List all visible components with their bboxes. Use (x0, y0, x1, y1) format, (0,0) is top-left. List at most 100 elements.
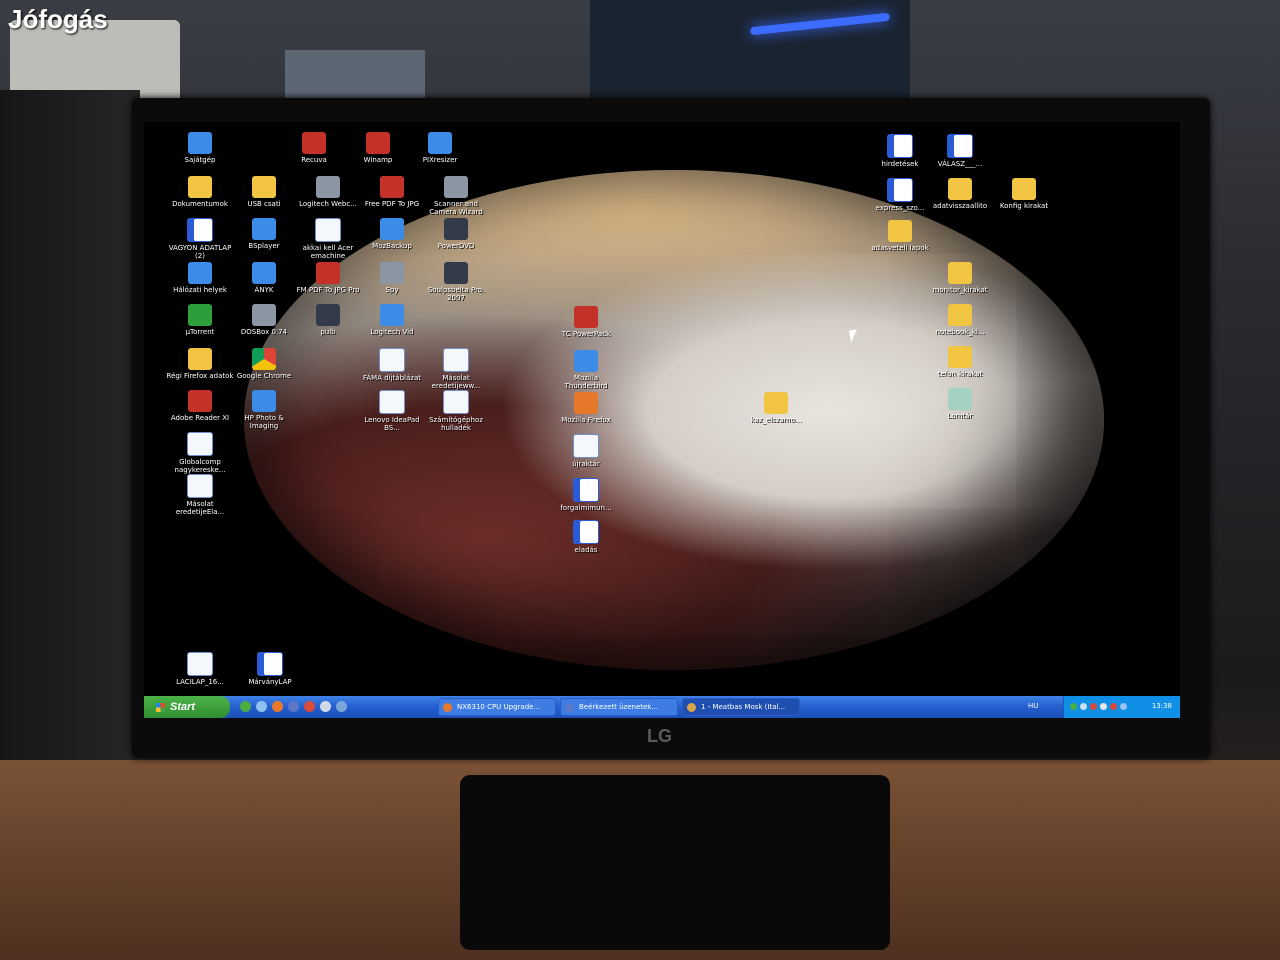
desktop-icon[interactable]: ÁNYK (230, 262, 298, 294)
desktop-icon[interactable]: Adobe Reader XI (166, 390, 234, 422)
document-icon (187, 652, 213, 676)
folder-icon (948, 262, 972, 284)
desktop-icon[interactable]: MozBackup (358, 218, 426, 250)
tray-utorrent-icon[interactable] (1070, 703, 1077, 710)
desktop-icon[interactable]: Számítógéphoz hulladék (422, 390, 490, 432)
desktop-icon[interactable]: akkai kell Acer emachine (294, 218, 362, 260)
tray-antivirus-icon[interactable] (1090, 703, 1097, 710)
desktop-icon[interactable]: PowerDVD (422, 218, 490, 250)
tcpowerpack-icon (574, 306, 598, 328)
windows-logo-icon (156, 702, 165, 712)
desktop-icon-label: Winamp (363, 156, 393, 164)
desktop-icon[interactable]: Sajátgép (166, 132, 234, 164)
desktop-icon-label: Mozilla Thunderbird (564, 374, 608, 390)
desktop-icon[interactable]: Logitech Vid (358, 304, 426, 336)
desktop-icon-label: Spy (385, 286, 399, 294)
scanner-icon (444, 176, 468, 198)
desktop-icon-label: kaz_elszamo... (750, 416, 802, 424)
desktop-icon-label: Logitech Vid (370, 328, 414, 336)
desktop-icon[interactable]: DOSBox 0.74 (230, 304, 298, 336)
desktop-icon[interactable]: Régi Firefox adatok (166, 348, 234, 380)
desktop-icon[interactable]: kaz_elszamo... (742, 392, 810, 424)
desktop-icon[interactable]: FM PDF To JPG Pro (294, 262, 362, 294)
clock[interactable]: 13:38 (1152, 702, 1172, 710)
desktop-icon[interactable]: Hálózati helyek (166, 262, 234, 294)
desktop-icon[interactable]: újraktár (552, 434, 620, 468)
desktop-icon[interactable]: pulb (294, 304, 362, 336)
desktop-icon[interactable]: Google Chrome (230, 348, 298, 380)
desktop-icon[interactable]: USB csati (230, 176, 298, 208)
desktop-icon[interactable]: Lomtár (926, 388, 994, 420)
desktop-icon[interactable]: Másolat eredetijeEla... (166, 474, 234, 516)
folder-icon (1012, 178, 1036, 200)
quicklaunch-media-icon[interactable] (320, 701, 331, 712)
desktop-icon[interactable]: µTorrent (166, 304, 234, 336)
tray-network-icon[interactable] (1080, 703, 1087, 710)
word-document-icon (187, 218, 213, 242)
desktop-icon[interactable]: VÁLASZ___... (926, 134, 994, 168)
desktop-icon[interactable]: Mozilla Thunderbird (552, 350, 620, 390)
computer-icon (188, 132, 212, 154)
desktop-icon[interactable]: forgalmimun... (552, 478, 620, 512)
desktop-icon-label: forgalmimun... (560, 504, 612, 512)
desktop-icon-label: Másolat eredetijeEla... (175, 500, 225, 516)
desktop-icon[interactable]: monitor_kirakat (926, 262, 994, 294)
desktop-icon[interactable]: Spy (358, 262, 426, 294)
desktop-icon[interactable]: Mozilla Firefox (552, 392, 620, 424)
desktop-icon[interactable]: express_szo... (866, 178, 934, 212)
taskbar-item-firefox[interactable]: NX6310 CPU Upgrade... (438, 698, 556, 716)
quicklaunch-firefox-icon[interactable] (272, 701, 283, 712)
desktop-icon[interactable]: hirdetések (866, 134, 934, 168)
desktop-icon[interactable]: Soulpsbelta Pro. 2007 (422, 262, 490, 302)
tray-app-icon[interactable] (1110, 703, 1117, 710)
taskbar-item-thunderbird[interactable]: Beérkezett üzenetek... (560, 698, 678, 716)
logitech-vid-icon (380, 304, 404, 326)
powerdvd-icon (444, 218, 468, 240)
desktop-icon[interactable]: Scanner and Camera Wizard (422, 176, 490, 216)
desktop-icon[interactable]: notebook_ki... (926, 304, 994, 336)
folder-icon (948, 346, 972, 368)
quicklaunch-app-icon[interactable] (336, 701, 347, 712)
desktop-icon[interactable]: Winamp (344, 132, 412, 164)
tray-volume-icon[interactable] (1100, 703, 1107, 710)
quicklaunch-desktop-icon[interactable] (256, 701, 267, 712)
desktop-icon[interactable]: eladás (552, 520, 620, 554)
language-indicator[interactable]: HU (1028, 702, 1038, 710)
taskbar-item-app[interactable]: 1 - Meatbas Mosk (Ital... (682, 698, 800, 716)
desktop-icon[interactable]: TC PowerPack (552, 306, 620, 338)
desktop-icon-label: monitor_kirakat (932, 286, 988, 294)
desktop-icon[interactable]: PIXresizer (406, 132, 474, 164)
desktop-icon[interactable]: Dokumentumok (166, 176, 234, 208)
desktop-icon[interactable]: tefon kirakat (926, 346, 994, 378)
desktop-screen[interactable]: Sajátgép Recuva Winamp PIXresizer Dokumentum… (144, 122, 1180, 718)
desktop-icon[interactable]: Lenovo IdeaPad BS... (358, 390, 426, 432)
desktop-icon-label: VÁLASZ___... (937, 160, 983, 168)
desktop-icon-label: BSplayer (248, 242, 280, 250)
desktop-icon[interactable]: LACILAP_16... (166, 652, 234, 686)
webcam-icon (316, 176, 340, 198)
desktop-icon-label: ÁNYK (254, 286, 274, 294)
folder-icon (252, 176, 276, 198)
desktop-icon[interactable]: Logitech Webc... (294, 176, 362, 208)
start-button[interactable]: Start (144, 696, 230, 718)
desktop-icon[interactable]: FÁMA díjtáblázat (358, 348, 426, 382)
desktop-icon[interactable]: Másolat eredetijeww... (422, 348, 490, 390)
quicklaunch-utorrent-icon[interactable] (240, 701, 251, 712)
desktop-icon-label: DOSBox 0.74 (240, 328, 288, 336)
desktop-icon[interactable]: Globalcomp nagykereske... (166, 432, 234, 474)
desktop-icon[interactable]: adasveteli lapok (866, 220, 934, 252)
desktop-icon[interactable]: Free PDF To JPG (358, 176, 426, 208)
desktop-icon[interactable]: MárványLAP (236, 652, 304, 686)
desktop-icon[interactable]: VAGYON ADATLAP (2) (166, 218, 234, 260)
desktop-icon[interactable]: Recuva (280, 132, 348, 164)
tray-display-icon[interactable] (1120, 703, 1127, 710)
word-document-icon (947, 134, 973, 158)
desktop-icon[interactable]: BSplayer (230, 218, 298, 250)
desktop-icon[interactable]: Konfig kirakat (990, 178, 1058, 210)
desktop-icon[interactable]: HP Photo & Imaging (230, 390, 298, 430)
quicklaunch-thunderbird-icon[interactable] (288, 701, 299, 712)
desktop-icon-label: FM PDF To JPG Pro (296, 286, 360, 294)
anyk-icon (252, 262, 276, 284)
quicklaunch-chrome-icon[interactable] (304, 701, 315, 712)
desktop-icon[interactable]: adatvisszaallito (926, 178, 994, 210)
